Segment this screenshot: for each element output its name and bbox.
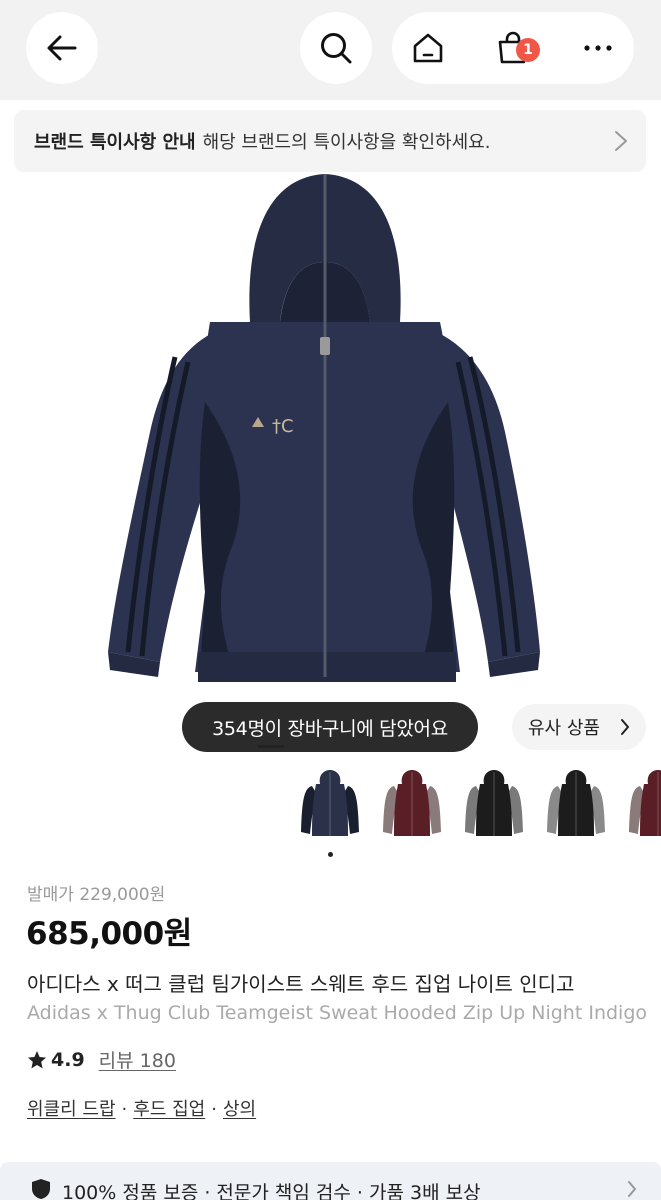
back-button[interactable] — [26, 12, 98, 84]
separator-dot: · — [211, 1099, 217, 1120]
color-thumbnail-list — [0, 770, 661, 850]
rating-score: 4.9 — [51, 1048, 85, 1071]
color-thumbnail[interactable] — [380, 770, 444, 846]
rating-row: 4.9 리뷰 180 — [27, 1046, 176, 1073]
chevron-right-icon — [628, 1181, 637, 1197]
chevron-right-icon — [621, 719, 629, 735]
header-actions-group: 1 — [392, 12, 634, 84]
search-button[interactable] — [300, 12, 372, 84]
product-image-carousel[interactable]: †C 354명이 장바구니에 담았어요 유사 상품 — [0, 172, 661, 762]
star-icon — [28, 1050, 46, 1068]
more-icon — [584, 45, 612, 51]
color-thumbnail[interactable] — [298, 770, 362, 846]
notice-description: 해당 브랜드의 특이사항을 확인하세요. — [202, 132, 491, 153]
thumbnail-image — [383, 770, 441, 836]
brand-notice-banner[interactable]: 브랜드 특이사항 안내 해당 브랜드의 특이사항을 확인하세요. — [14, 110, 646, 172]
notice-title: 브랜드 특이사항 안내 — [34, 132, 196, 153]
thumbnail-image — [465, 770, 523, 836]
category-breadcrumb: 위클리 드랍 · 후드 집업 · 상의 — [27, 1095, 256, 1121]
review-link[interactable]: 리뷰 180 — [99, 1046, 176, 1073]
similar-products-label: 유사 상품 — [528, 718, 600, 739]
home-button[interactable] — [392, 12, 464, 84]
product-name-english: Adidas x Thug Club Teamgeist Sweat Hoode… — [27, 1002, 648, 1024]
top-navigation-bar: 1 — [0, 0, 661, 100]
release-price: 발매가 229,000원 — [27, 885, 166, 905]
product-image: †C — [108, 174, 540, 682]
guarantee-text: 100% 정품 보증 · 전문가 책임 검수 · 가품 3배 보상 — [62, 1182, 481, 1200]
thumbnail-image — [547, 770, 605, 836]
authenticity-guarantee-banner[interactable]: 100% 정품 보증 · 전문가 책임 검수 · 가품 3배 보상 — [0, 1162, 661, 1200]
search-icon — [321, 33, 352, 64]
back-arrow-icon — [47, 35, 77, 61]
cart-count-message: 354명이 장바구니에 담았어요 — [182, 702, 478, 752]
category-link-tops[interactable]: 상의 — [223, 1099, 256, 1120]
category-link-weekly-drop[interactable]: 위클리 드랍 — [27, 1099, 116, 1120]
chevron-right-icon — [615, 131, 627, 151]
product-name-korean: 아디다스 x 떠그 클럽 팀가이스트 스웨트 후드 집업 나이트 인디고 — [27, 972, 575, 996]
home-icon — [413, 33, 443, 63]
similar-products-button[interactable]: 유사 상품 — [512, 704, 646, 750]
category-link-hood-zipup[interactable]: 후드 집업 — [133, 1099, 205, 1120]
thumbnail-image — [301, 770, 359, 836]
selected-indicator-dot — [328, 852, 333, 857]
shield-icon — [32, 1179, 50, 1199]
color-thumbnail[interactable] — [626, 770, 661, 846]
separator-dot: · — [121, 1099, 128, 1120]
more-button[interactable] — [562, 12, 634, 84]
cart-count-badge: 1 — [516, 38, 540, 62]
current-price: 685,000원 — [26, 916, 192, 952]
carousel-progress-bar — [258, 745, 284, 748]
color-thumbnail[interactable] — [462, 770, 526, 846]
svg-text:†C: †C — [272, 416, 294, 437]
color-thumbnail[interactable] — [544, 770, 608, 846]
thumbnail-image — [629, 770, 661, 836]
